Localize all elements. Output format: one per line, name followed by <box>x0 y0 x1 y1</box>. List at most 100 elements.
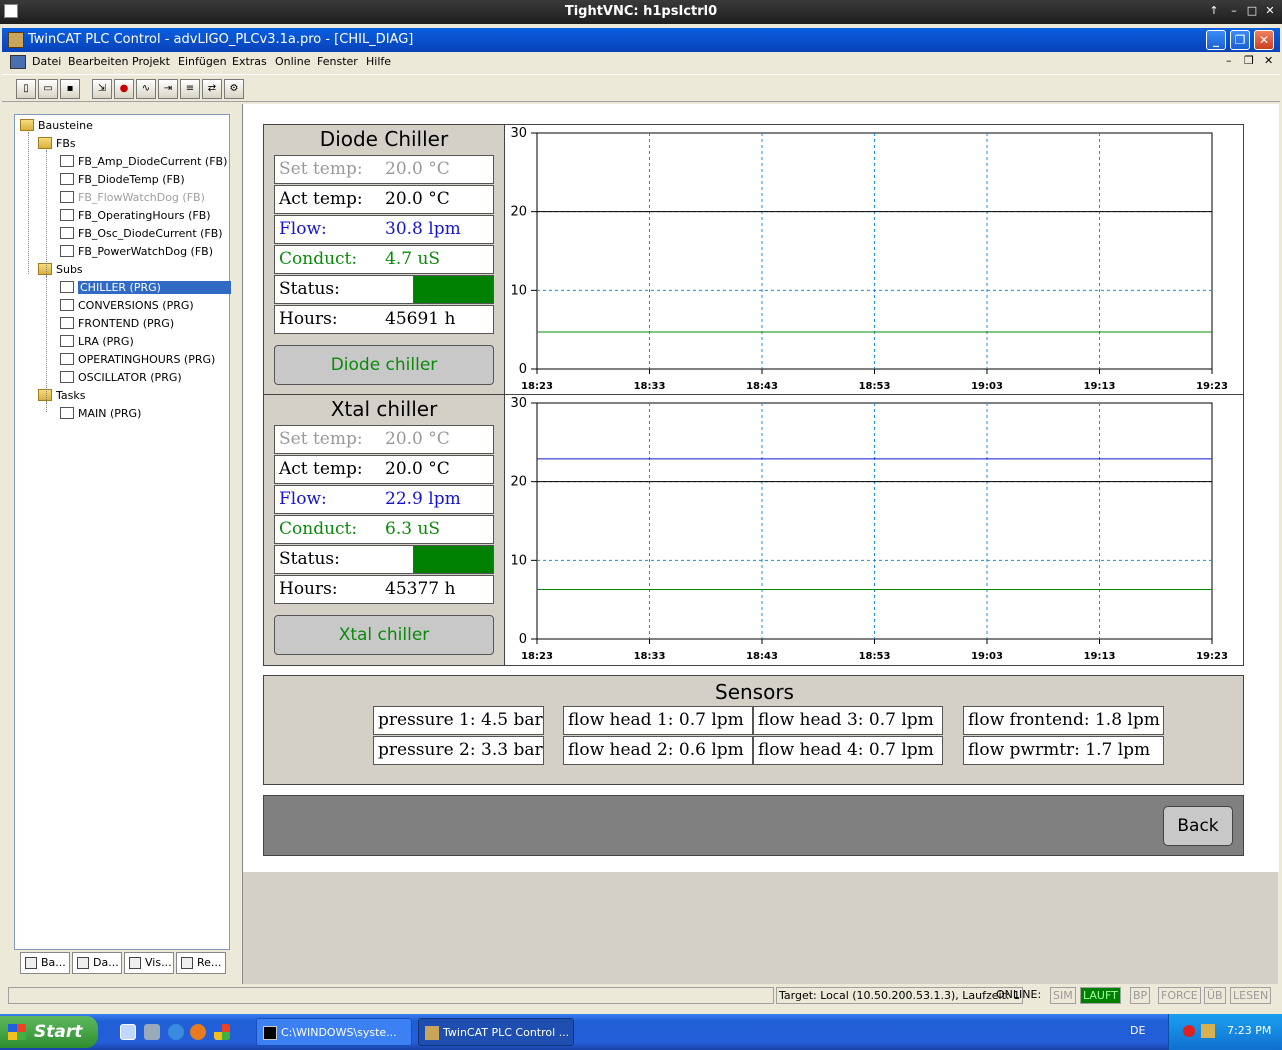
diode-conduct-label: Conduct: <box>279 249 358 269</box>
task-twincat[interactable]: TwinCAT PLC Control ... <box>418 1018 574 1046</box>
tab-datentypen[interactable]: Da... <box>72 952 122 974</box>
security-icon[interactable] <box>1183 1025 1195 1037</box>
language-indicator[interactable]: DE <box>1130 1024 1145 1037</box>
menu-einfuegen[interactable]: Einfügen <box>178 55 227 68</box>
breakpoint-icon[interactable]: ≡ <box>180 79 200 99</box>
task-command-prompt[interactable]: C:\WINDOWS\syste... <box>256 1018 412 1046</box>
desktop-icon[interactable] <box>120 1024 136 1040</box>
internet-explorer-icon[interactable] <box>168 1024 184 1040</box>
tree-root-bausteine[interactable]: Bausteine <box>20 118 93 134</box>
x-tick-label: 18:23 <box>521 381 553 392</box>
vnc-up-icon[interactable]: ↑ <box>1206 3 1222 19</box>
back-button[interactable]: Back <box>1163 806 1233 846</box>
tree-item-prg[interactable]: FRONTEND (PRG) <box>60 316 174 332</box>
diode-chart-panel: 0 10 20 30 18:23 18:33 18:43 18:53 19:03 19:13 19:… <box>504 124 1244 396</box>
diode-chiller-button[interactable]: Diode chiller <box>274 345 494 385</box>
new-icon[interactable]: ▯ <box>16 79 36 99</box>
xtal-hours-field: Hours: 45377 h <box>274 575 494 604</box>
tree-folder-subs[interactable]: Subs <box>38 262 83 278</box>
x-tick-label: 18:43 <box>746 651 778 662</box>
xtal-flow-field: Flow: 22.9 lpm <box>274 485 494 514</box>
tree-item-fb[interactable]: FB_Osc_DiodeCurrent (FB) <box>60 226 223 242</box>
open-icon[interactable]: ▭ <box>38 79 58 99</box>
status-bar: Target: Local (10.50.200.53.1.3), Laufze… <box>2 986 1280 1006</box>
menu-datei[interactable]: Datei <box>32 55 61 68</box>
online-icon[interactable]: ⇄ <box>202 79 222 99</box>
tree-item-prg[interactable]: CONVERSIONS (PRG) <box>60 298 194 314</box>
tree-item-fb[interactable]: FB_FlowWatchDog (FB) <box>60 190 205 206</box>
mdi-close-button[interactable]: ✕ <box>1264 54 1273 67</box>
compile-icon[interactable]: ⚙ <box>224 79 244 99</box>
document-icon <box>60 371 74 383</box>
x-tick-label: 19:23 <box>1196 651 1228 662</box>
xtal-conduct-label: Conduct: <box>279 519 358 539</box>
resources-tab-icon <box>181 957 193 969</box>
document-icon <box>60 209 74 221</box>
tab-bausteine[interactable]: Ba... <box>20 952 70 974</box>
mdi-restore-button[interactable]: ❐ <box>1244 54 1254 67</box>
save-icon[interactable]: ▪ <box>60 79 80 99</box>
tab-visualisierungen[interactable]: Vis... <box>124 952 174 974</box>
start-button[interactable]: Start <box>0 1016 98 1048</box>
login-icon[interactable]: ⇲ <box>92 79 112 99</box>
recycle-icon[interactable] <box>144 1024 160 1040</box>
mdi-minimize-button[interactable]: – <box>1226 54 1232 67</box>
vnc-close-button[interactable]: ✕ <box>1262 3 1278 19</box>
minimize-button[interactable]: _ <box>1206 30 1226 50</box>
x-tick-label: 18:33 <box>634 651 666 662</box>
menu-projekt[interactable]: Projekt <box>132 55 170 68</box>
document-menu-icon[interactable] <box>10 55 26 69</box>
tree-item-fb[interactable]: FB_Amp_DiodeCurrent (FB) <box>60 154 227 170</box>
xtal-set-temp-label: Set temp: <box>279 429 363 449</box>
tab-ressourcen[interactable]: Re... <box>176 952 226 974</box>
xtal-chiller-button[interactable]: Xtal chiller <box>274 615 494 655</box>
xtal-set-temp-value: 20.0 °C <box>385 429 450 449</box>
xtal-status-label: Status: <box>279 549 340 569</box>
stop-icon[interactable]: ● <box>114 79 134 99</box>
twincat-tray-icon[interactable] <box>1201 1024 1215 1038</box>
menu-bearbeiten[interactable]: Bearbeiten <box>68 55 128 68</box>
windows-media-icon[interactable] <box>214 1024 230 1040</box>
diode-act-temp-field: Act temp: 20.0 °C <box>274 185 494 214</box>
y-tick-label: 30 <box>510 126 527 141</box>
y-tick-label: 20 <box>510 475 527 490</box>
tree-folder-fbs[interactable]: FBs <box>38 136 76 152</box>
firefox-icon[interactable] <box>190 1024 206 1040</box>
app-title-bar: TwinCAT PLC Control - advLIGO_PLCv3.1a.p… <box>2 28 1280 52</box>
tree-item-prg[interactable]: OSCILLATOR (PRG) <box>60 370 182 386</box>
xtal-chiller-title: Xtal chiller <box>330 397 438 421</box>
y-tick-label: 30 <box>510 396 527 411</box>
tree-item-fb[interactable]: FB_OperatingHours (FB) <box>60 208 211 224</box>
tree-item-fb[interactable]: FB_PowerWatchDog (FB) <box>60 244 213 260</box>
tree-item-task[interactable]: MAIN (PRG) <box>60 406 141 422</box>
xtal-flow-value: 22.9 lpm <box>385 489 461 509</box>
diode-flow-field: Flow: 30.8 lpm <box>274 215 494 244</box>
xtal-status-field: Status: <box>274 545 494 574</box>
running-indicator: LAUFT <box>1080 987 1121 1004</box>
close-button[interactable]: ✕ <box>1254 30 1274 50</box>
taskbar: Start C:\WINDOWS\syste... TwinCAT PLC Co… <box>0 1014 1282 1050</box>
lesen-indicator: LESEN <box>1230 987 1272 1004</box>
flow-head-1-field: flow head 1: 0.7 lpm <box>563 706 753 735</box>
step-icon[interactable]: ⇥ <box>158 79 178 99</box>
menu-fenster[interactable]: Fenster <box>317 55 358 68</box>
menu-hilfe[interactable]: Hilfe <box>366 55 391 68</box>
vnc-maximize-button[interactable]: □ <box>1244 3 1260 19</box>
diode-chiller-panel: Diode Chiller Set temp: 20.0 °C Act temp:… <box>263 124 505 396</box>
run-icon[interactable]: ∿ <box>136 79 156 99</box>
vnc-title: TightVNC: h1psIctrl0 <box>564 4 718 19</box>
flow-head-3-field: flow head 3: 0.7 lpm <box>753 706 943 735</box>
tree-item-prg[interactable]: OPERATINGHOURS (PRG) <box>60 352 215 368</box>
tree-item-label: MAIN (PRG) <box>78 407 142 420</box>
tree-item-fb[interactable]: FB_DiodeTemp (FB) <box>60 172 185 188</box>
twincat-app-icon[interactable] <box>8 32 24 48</box>
tree-item-prg[interactable]: CHILLER (PRG) <box>60 280 231 296</box>
vnc-minimize-button[interactable]: – <box>1226 3 1242 19</box>
diode-conduct-field: Conduct: 4.7 uS <box>274 245 494 274</box>
cmd-icon <box>263 1026 277 1040</box>
menu-online[interactable]: Online <box>275 55 310 68</box>
restore-button[interactable]: ❐ <box>1230 30 1250 50</box>
x-tick-label: 18:43 <box>746 381 778 392</box>
menu-extras[interactable]: Extras <box>232 55 267 68</box>
tree-item-prg[interactable]: LRA (PRG) <box>60 334 134 350</box>
